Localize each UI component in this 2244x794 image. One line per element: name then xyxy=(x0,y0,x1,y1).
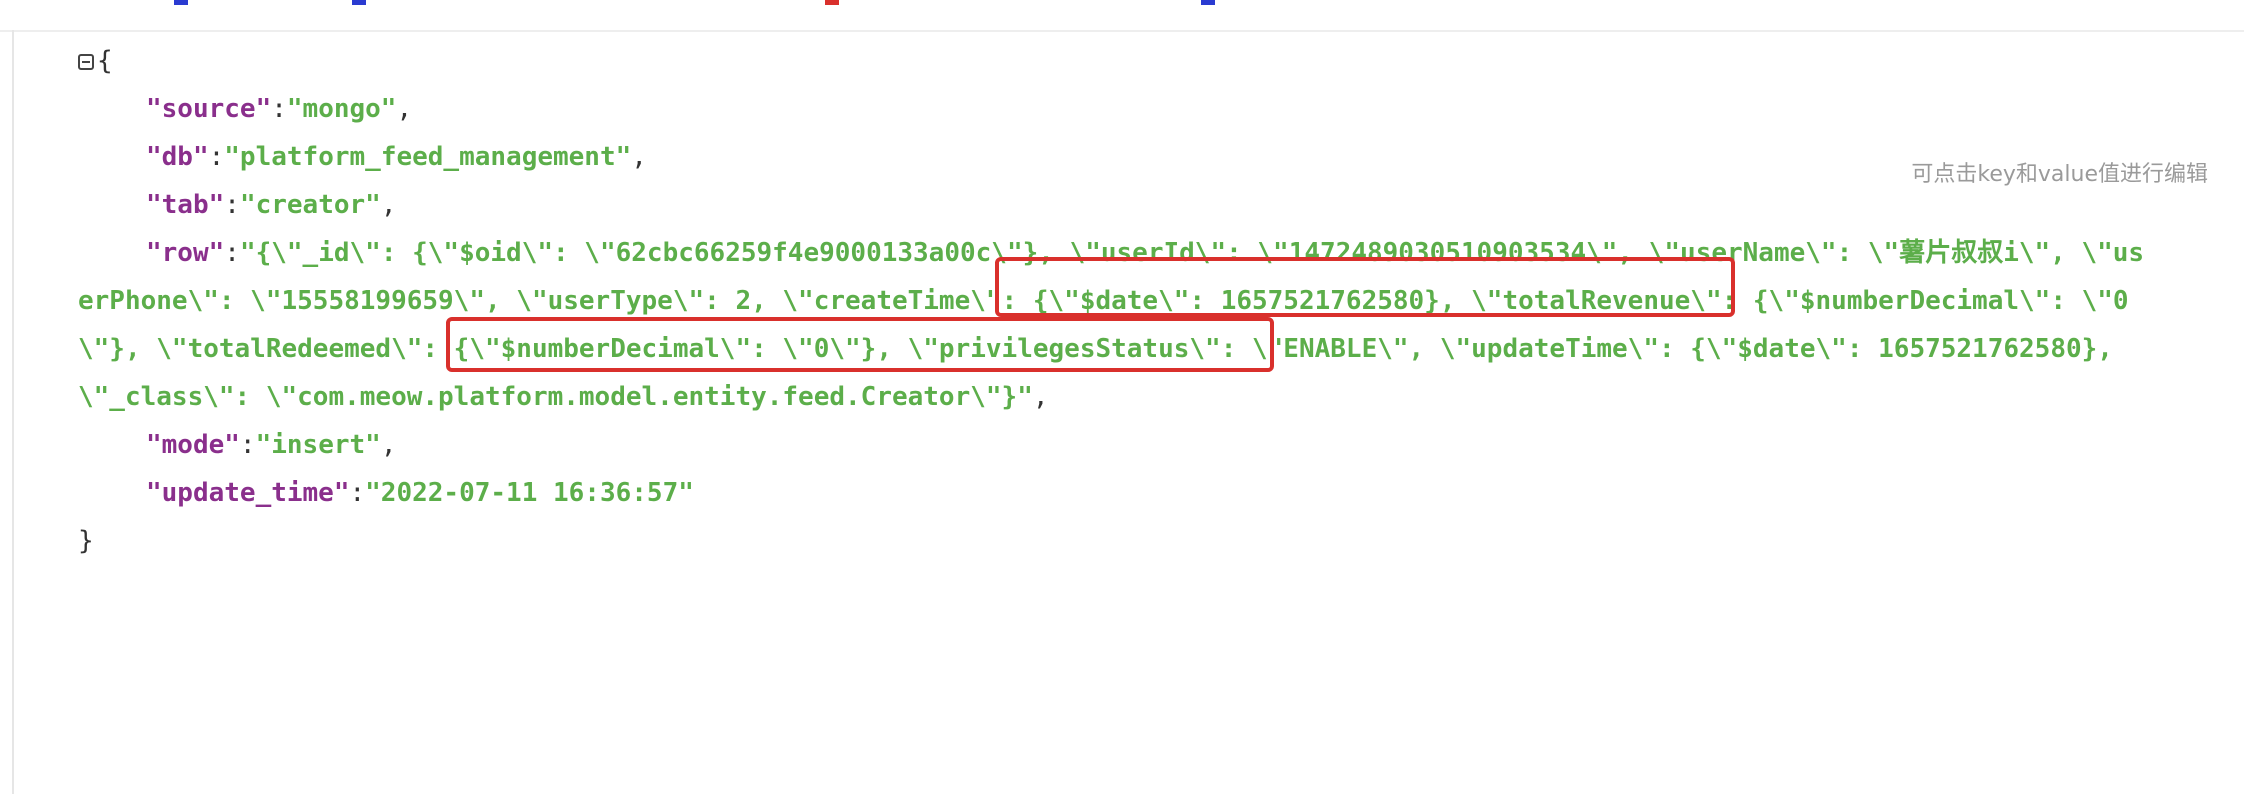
close-brace: } xyxy=(78,526,94,556)
json-viewer: 可点击key和value值进行编辑 { "source":"mongo", "d… xyxy=(0,0,2244,794)
json-key[interactable]: "source" xyxy=(146,94,271,124)
json-value[interactable]: "{\"_id\": {\"$oid\": \"62cbc66259f4e900… xyxy=(78,238,2144,412)
json-field-tab: "tab":"creator", xyxy=(146,190,397,220)
json-value[interactable]: "insert" xyxy=(256,430,381,460)
open-brace: { xyxy=(97,46,113,76)
toolbar-mark xyxy=(1201,0,1215,5)
json-value[interactable]: "mongo" xyxy=(287,94,397,124)
editor-left-border xyxy=(12,30,14,794)
json-key[interactable]: "row" xyxy=(146,238,224,268)
json-field-row: "row":"{\"_id\": {\"$oid\": \"62cbc66259… xyxy=(78,238,2145,412)
collapse-icon[interactable] xyxy=(78,54,94,70)
toolbar-mark xyxy=(825,0,839,5)
json-key[interactable]: "update_time" xyxy=(146,478,350,508)
json-key[interactable]: "db" xyxy=(146,142,209,172)
json-field-update-time: "update_time":"2022-07-11 16:36:57" xyxy=(146,478,694,508)
json-tree: { "source":"mongo", "db":"platform_feed_… xyxy=(78,37,2178,565)
json-value[interactable]: "2022-07-11 16:36:57" xyxy=(365,478,694,508)
top-toolbar-strip xyxy=(0,0,2244,32)
json-value[interactable]: "creator" xyxy=(240,190,381,220)
json-field-db: "db":"platform_feed_management", xyxy=(146,142,647,172)
json-open-line: { xyxy=(78,37,2178,85)
toolbar-mark xyxy=(352,0,366,5)
json-field-mode: "mode":"insert", xyxy=(146,430,397,460)
json-field-source: "source":"mongo", xyxy=(146,94,413,124)
toolbar-mark xyxy=(174,0,188,5)
json-close-line: } xyxy=(78,517,2178,565)
json-value[interactable]: "platform_feed_management" xyxy=(224,142,631,172)
json-key[interactable]: "tab" xyxy=(146,190,224,220)
json-key[interactable]: "mode" xyxy=(146,430,240,460)
